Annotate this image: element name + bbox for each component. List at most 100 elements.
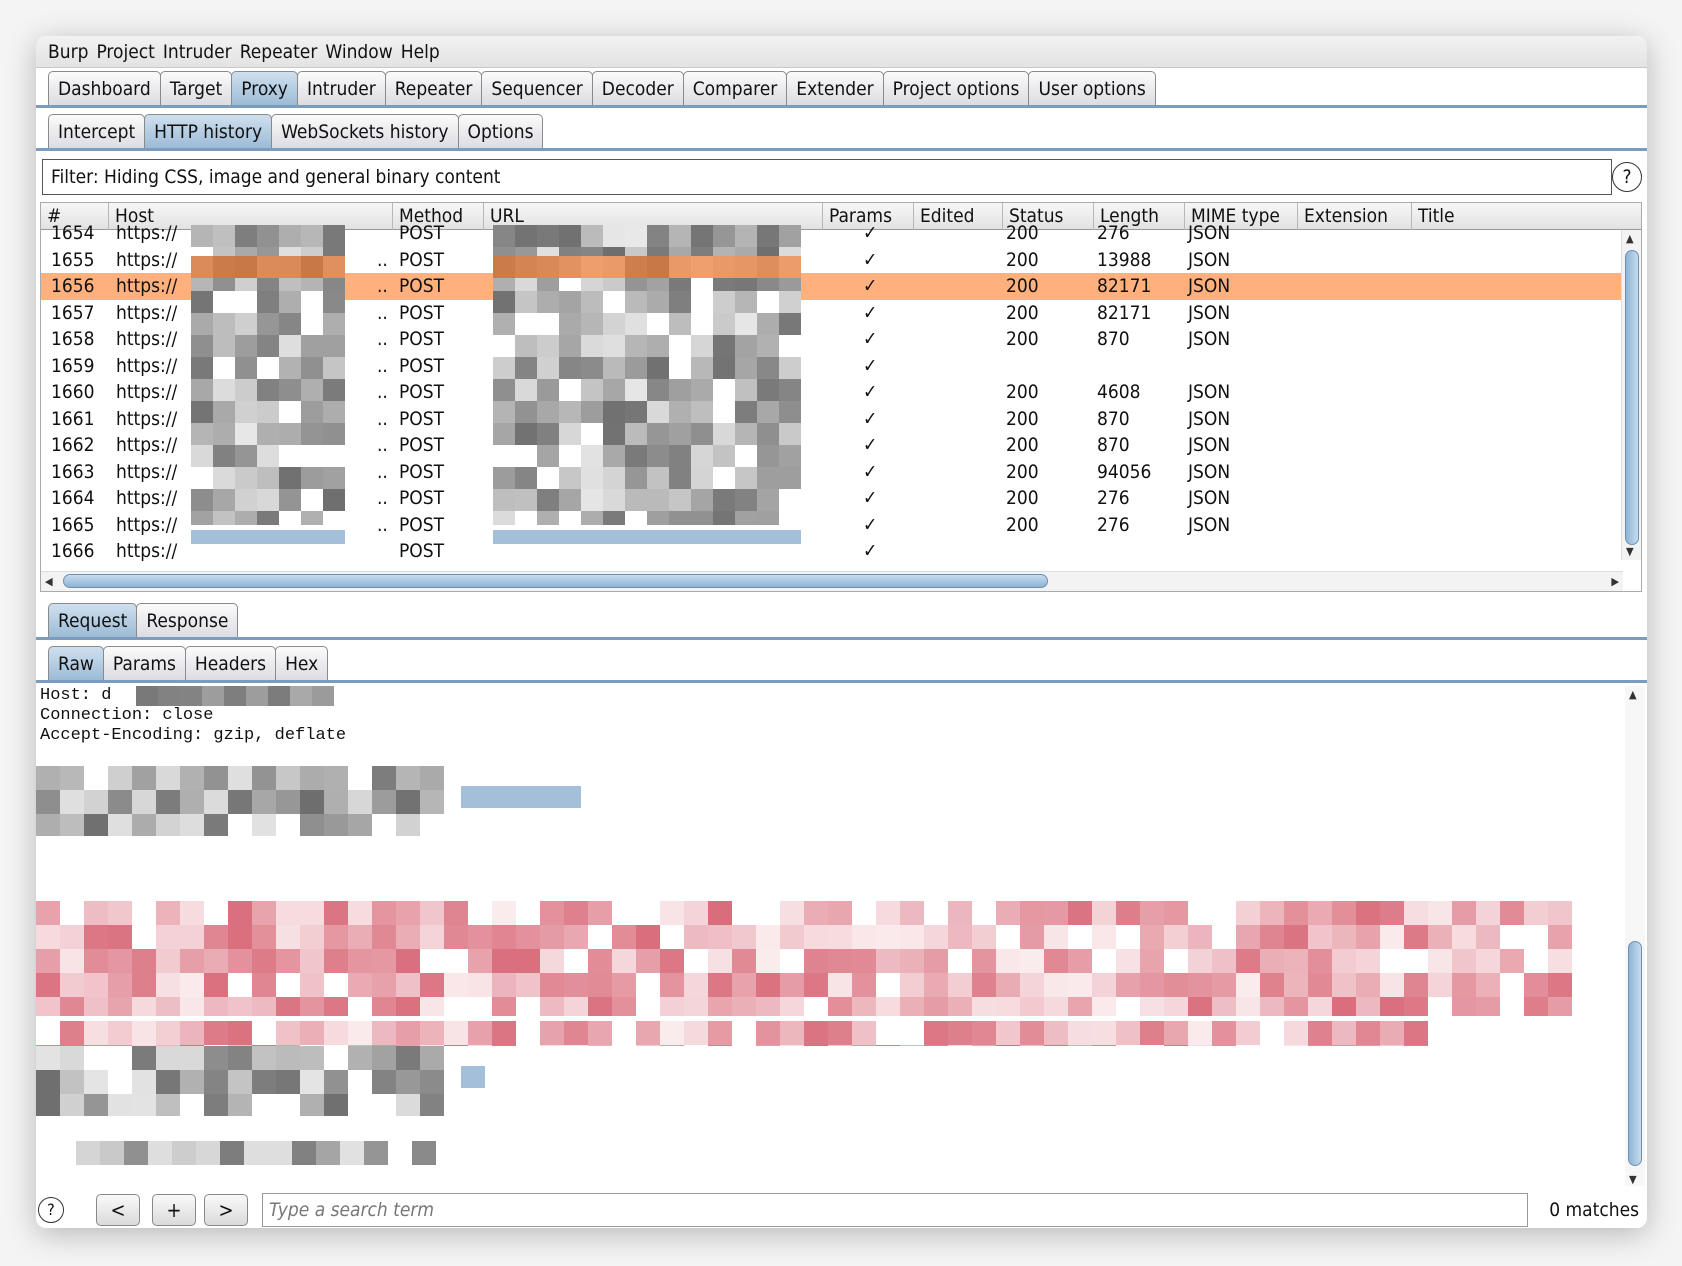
horizontal-scrollbar[interactable]: ◀ ▶ xyxy=(41,571,1623,591)
tab-dashboard[interactable]: Dashboard xyxy=(48,71,161,105)
redacted-block xyxy=(461,786,581,808)
tab-headers[interactable]: Headers xyxy=(184,646,277,680)
scroll-down-icon[interactable]: ▼ xyxy=(1629,1173,1637,1186)
cell-id: 1658 xyxy=(51,328,95,350)
cell-params: ✓ xyxy=(863,540,878,562)
cell-mime: JSON xyxy=(1188,460,1231,483)
tab-intercept[interactable]: Intercept xyxy=(48,114,146,148)
host-ellipsis: .. xyxy=(377,460,388,483)
menu-help[interactable]: Help xyxy=(401,41,440,63)
redacted-block xyxy=(36,766,456,836)
tab-proxy[interactable]: Proxy xyxy=(231,71,298,105)
cell-status: 200 xyxy=(1006,248,1039,271)
tab-params[interactable]: Params xyxy=(102,646,186,680)
tab-user-options[interactable]: User options xyxy=(1028,71,1156,105)
scroll-down-icon[interactable]: ▼ xyxy=(1626,545,1634,558)
cell-mime: JSON xyxy=(1188,328,1231,350)
tab-options[interactable]: Options xyxy=(457,114,544,148)
menu-window[interactable]: Window xyxy=(325,41,392,63)
cell-mime: JSON xyxy=(1188,248,1231,271)
cell-length: 276 xyxy=(1097,513,1130,536)
filter-help-icon[interactable]: ? xyxy=(1612,162,1642,192)
cell-params: ✓ xyxy=(863,407,878,430)
vertical-scrollbar[interactable]: ▲ ▼ xyxy=(1621,230,1641,560)
tab-http-history[interactable]: HTTP history xyxy=(144,114,273,148)
redacted-block xyxy=(493,530,813,544)
cell-id: 1662 xyxy=(51,434,95,456)
redacted-block xyxy=(36,1021,1436,1046)
cell-method: POST xyxy=(399,354,445,377)
tab-comparer[interactable]: Comparer xyxy=(682,71,788,105)
cell-host: https:// xyxy=(116,460,178,483)
cell-host: https:// xyxy=(116,434,178,456)
cell-status: 200 xyxy=(1006,487,1039,509)
scroll-up-icon[interactable]: ▲ xyxy=(1626,232,1634,245)
cell-host: https:// xyxy=(116,354,178,377)
tab-intruder[interactable]: Intruder xyxy=(296,71,386,105)
scroll-left-icon[interactable]: ◀ xyxy=(45,575,53,588)
editor-scrollbar[interactable]: ▲ ▼ xyxy=(1625,686,1645,1186)
cell-host: https:// xyxy=(116,248,178,271)
menu-repeater[interactable]: Repeater xyxy=(240,41,318,63)
cell-id: 1657 xyxy=(51,301,95,324)
view-tabs: Raw Params Headers Hex xyxy=(36,646,1647,683)
host-ellipsis: .. xyxy=(377,407,388,430)
redacted-block xyxy=(493,256,813,278)
scroll-right-icon[interactable]: ▶ xyxy=(1611,575,1619,588)
tab-project-options[interactable]: Project options xyxy=(882,71,1030,105)
tab-extender[interactable]: Extender xyxy=(786,71,884,105)
cell-params: ✓ xyxy=(863,354,878,377)
tab-sequencer[interactable]: Sequencer xyxy=(481,71,593,105)
tab-decoder[interactable]: Decoder xyxy=(591,71,684,105)
menu-project[interactable]: Project xyxy=(96,41,154,63)
tab-target[interactable]: Target xyxy=(159,71,233,105)
editor-scroll-thumb[interactable] xyxy=(1628,941,1642,1166)
search-input[interactable]: Type a search term xyxy=(262,1192,1528,1227)
cell-status: 200 xyxy=(1006,328,1039,350)
redacted-block xyxy=(76,1141,456,1165)
http-history-table: # Host Method URL Params Edited Status Length MI… xyxy=(40,202,1642,592)
cell-method: POST xyxy=(399,275,445,297)
redacted-block xyxy=(191,256,356,278)
add-button[interactable]: + xyxy=(152,1193,196,1226)
cell-id: 1661 xyxy=(51,407,95,430)
cell-params: ✓ xyxy=(863,434,878,456)
host-ellipsis: .. xyxy=(377,328,388,350)
host-ellipsis: .. xyxy=(377,248,388,271)
tab-response[interactable]: Response xyxy=(136,603,239,637)
raw-line: Accept-Encoding: gzip, deflate xyxy=(40,726,347,745)
cell-id: 1660 xyxy=(51,381,95,403)
tab-raw[interactable]: Raw xyxy=(48,646,104,680)
cell-mime: JSON xyxy=(1188,513,1231,536)
next-match-button[interactable]: > xyxy=(204,1193,248,1226)
redacted-block xyxy=(136,686,346,706)
h-scroll-thumb[interactable] xyxy=(63,574,1048,588)
cell-status: 200 xyxy=(1006,513,1039,536)
filter-text: Filter: Hiding CSS, image and general bi… xyxy=(51,166,501,188)
cell-host: https:// xyxy=(116,407,178,430)
tab-repeater[interactable]: Repeater xyxy=(384,71,483,105)
cell-method: POST xyxy=(399,381,445,403)
cell-mime: JSON xyxy=(1188,434,1231,456)
cell-status: 200 xyxy=(1006,381,1039,403)
cell-mime: JSON xyxy=(1188,487,1231,509)
scroll-up-icon[interactable]: ▲ xyxy=(1629,688,1637,701)
previous-match-button[interactable]: < xyxy=(96,1193,140,1226)
cell-method: POST xyxy=(399,434,445,456)
menu-burp[interactable]: Burp xyxy=(48,41,88,63)
tab-request[interactable]: Request xyxy=(48,603,138,637)
cell-method: POST xyxy=(399,487,445,509)
cell-id: 1664 xyxy=(51,487,95,509)
redacted-block xyxy=(36,901,1591,1016)
tab-hex[interactable]: Hex xyxy=(275,646,329,680)
cell-mime: JSON xyxy=(1188,275,1231,297)
filter-bar[interactable]: Filter: Hiding CSS, image and general bi… xyxy=(42,159,1612,195)
scroll-thumb[interactable] xyxy=(1625,250,1639,545)
help-icon[interactable]: ? xyxy=(38,1196,64,1223)
raw-request-editor[interactable]: Host: d Connection: close Accept-Encoding:… xyxy=(36,686,1626,1226)
menu-intruder[interactable]: Intruder xyxy=(163,41,232,63)
cell-id: 1656 xyxy=(51,275,95,297)
cell-method: POST xyxy=(399,460,445,483)
cell-method: POST xyxy=(399,248,445,271)
tab-websockets-history[interactable]: WebSockets history xyxy=(271,114,459,148)
